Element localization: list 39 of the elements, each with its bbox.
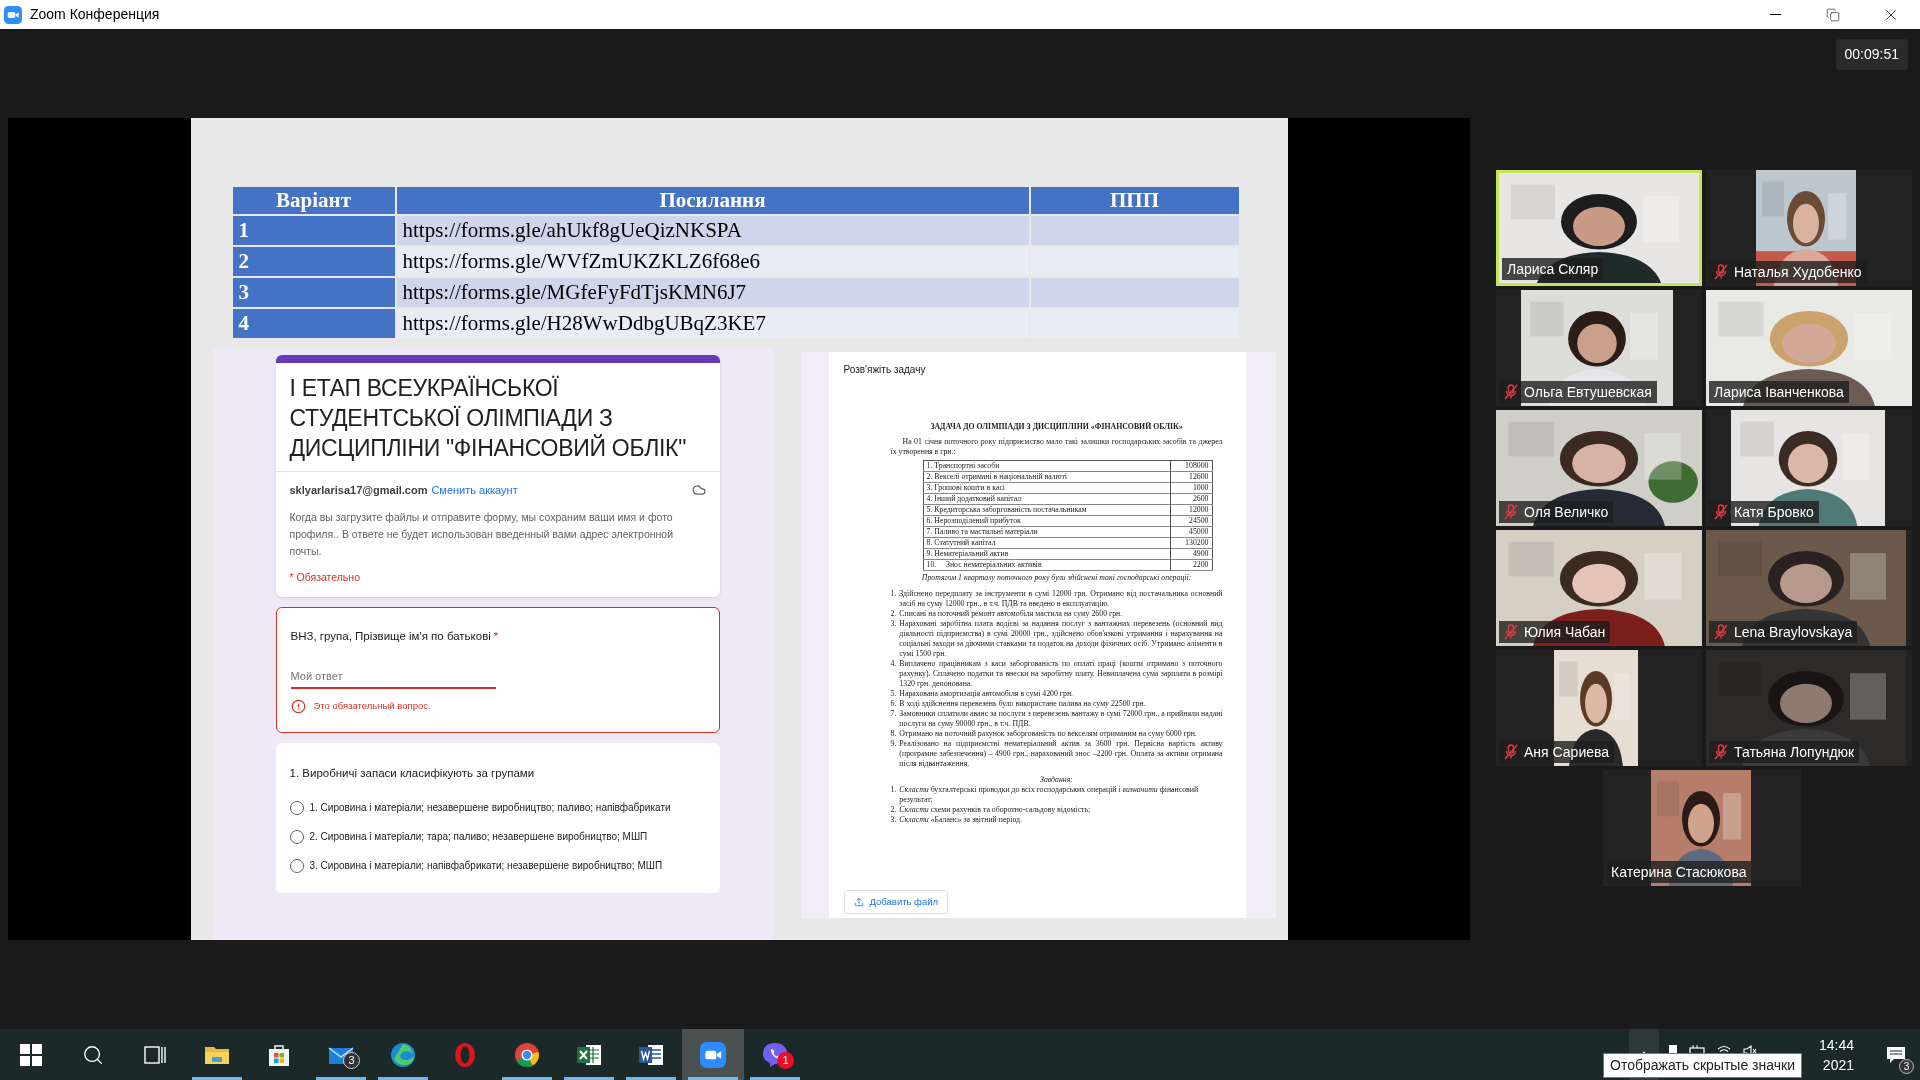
column-header: ППП — [1029, 186, 1240, 215]
question-label: ВНЗ, група, Прізвище ім'я по батькові — [290, 629, 491, 645]
participant-name: Татьяна Лопундюк — [1734, 742, 1855, 762]
participant-name: Катерина Стасюкова — [1611, 862, 1747, 882]
task-label: Розв'яжіть задачу — [843, 363, 927, 377]
clock-time: 14:44 — [1818, 1035, 1854, 1055]
participant-name: Lena Braylovskaya — [1734, 622, 1853, 642]
notification-count: 3 — [1899, 1059, 1914, 1074]
link-cell: https://forms.gle/H28WwDdbgUBqZ3KE7 — [395, 308, 1030, 339]
error-message: Это обязательный вопрос. — [313, 699, 431, 714]
participant-name: Катя Бровко — [1734, 502, 1814, 522]
required-note: * Обязательно — [289, 569, 361, 585]
form-notice: Когда вы загрузите файлы и отправите форму, мы сохраним ваши имя и фото профиля.. В ответе не будет использован введенный вами адрес электронной почты. — [289, 509, 675, 559]
participant-name: Оля Величко — [1524, 502, 1609, 522]
meeting-timer: 00:09:51 — [1835, 39, 1908, 70]
participant-name: Ольга Евтушевская — [1524, 382, 1652, 402]
question-label: 1. Виробничі запаси класифікують за групами — [289, 766, 536, 781]
variant-cell: 3 — [231, 277, 396, 308]
tooltip: Отображать скрытые значки — [1603, 1053, 1802, 1078]
window-title: Zoom Конференция — [30, 5, 160, 24]
participant-name: Юлия Чабан — [1524, 622, 1606, 642]
variant-cell: 1 — [231, 215, 396, 246]
link-cell: https://forms.gle/ahUkf8gUeQizNKSPA — [395, 215, 1030, 246]
link-cell: https://forms.gle/MGfeFyFdTjsKMN6J7 — [395, 277, 1030, 308]
notification-badge: 1 — [777, 1052, 794, 1069]
column-header: Посилання — [395, 186, 1030, 215]
participant-name: Лариса Іванченкова — [1714, 382, 1844, 402]
required-mark: * — [493, 629, 499, 645]
clock-date: 2021 — [1822, 1055, 1854, 1075]
participant-name: Аня Сариева — [1524, 742, 1610, 762]
participant-name: Лариса Скляр — [1507, 259, 1599, 279]
notification-badge: 3 — [343, 1052, 360, 1069]
form-title: І ЕТАП ВСЕУКРАЇНСЬКОЇ СТУДЕНТСЬКОЇ ОЛІМПІАДИ З ДИСЦИПЛІНИ "ФІНАНСОВИЙ ОБЛІК" — [288, 374, 688, 463]
participant-name: Наталья Худобенко — [1734, 262, 1862, 282]
link-cell: https://forms.gle/WVfZmUKZKLZ6f68e6 — [395, 246, 1030, 277]
variant-cell: 2 — [231, 246, 396, 277]
column-header: Варіант — [231, 186, 396, 215]
variant-cell: 4 — [231, 308, 396, 339]
account-email: sklyarlarisa17@gmail.com — [289, 483, 428, 498]
